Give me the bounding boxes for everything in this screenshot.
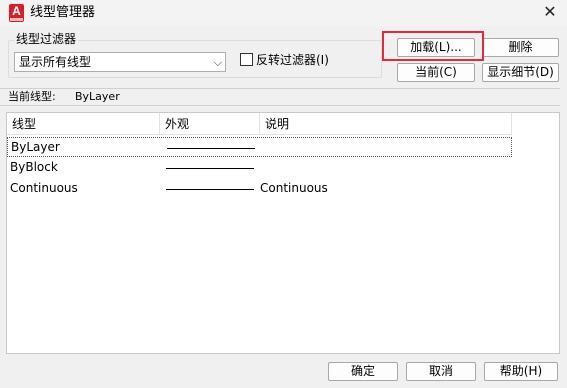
filter-select-value: 显示所有线型 [19, 55, 92, 69]
linetype-list[interactable]: 线型 外观 说明 ByLayer ByBlock Continuous Cont… [6, 112, 560, 354]
show-details-button[interactable]: 显示细节(D) [482, 63, 559, 82]
current-linetype-value: ByLayer [75, 90, 120, 103]
linetype-appearance-line [166, 189, 254, 190]
table-row[interactable]: ByBlock [7, 158, 512, 178]
load-button-highlight [382, 31, 484, 61]
linetype-filter-select[interactable]: 显示所有线型 ⌵ [14, 52, 226, 72]
column-header-appearance[interactable]: 外观 [160, 113, 260, 135]
chevron-down-icon: ⌵ [213, 56, 222, 69]
delete-button[interactable]: 删除 [482, 38, 559, 57]
linetype-name: ByBlock [10, 160, 58, 174]
current-linetype-label: 当前线型: [8, 90, 56, 103]
cancel-button[interactable]: 取消 [406, 362, 476, 381]
column-header-linetype[interactable]: 线型 [7, 113, 160, 135]
linetype-appearance-line [167, 148, 255, 149]
invert-filter-checkbox[interactable] [240, 53, 253, 66]
linetype-appearance-line [166, 168, 254, 169]
current-button[interactable]: 当前(C) [397, 63, 475, 82]
autocad-app-icon: A [9, 4, 24, 22]
window-title: 线型管理器 [30, 5, 96, 20]
linetype-description: Continuous [260, 181, 328, 195]
app-icon-letter: A [12, 4, 21, 18]
ok-button[interactable]: 确定 [328, 362, 398, 381]
linetype-name: Continuous [10, 181, 78, 195]
help-button[interactable]: 帮助(H) [484, 362, 558, 381]
linetype-filter-label: 线型过滤器 [14, 32, 79, 47]
title-bar: A 线型管理器 ✕ [0, 0, 567, 26]
table-row[interactable]: ByLayer [7, 137, 512, 157]
close-icon[interactable]: ✕ [541, 3, 559, 21]
linetype-name: ByLayer [11, 140, 60, 154]
column-header-description[interactable]: 说明 [260, 113, 512, 135]
app-icon-band [10, 18, 23, 21]
invert-filter-label[interactable]: 反转过滤器(I) [256, 52, 329, 68]
table-row[interactable]: Continuous Continuous [7, 179, 512, 199]
